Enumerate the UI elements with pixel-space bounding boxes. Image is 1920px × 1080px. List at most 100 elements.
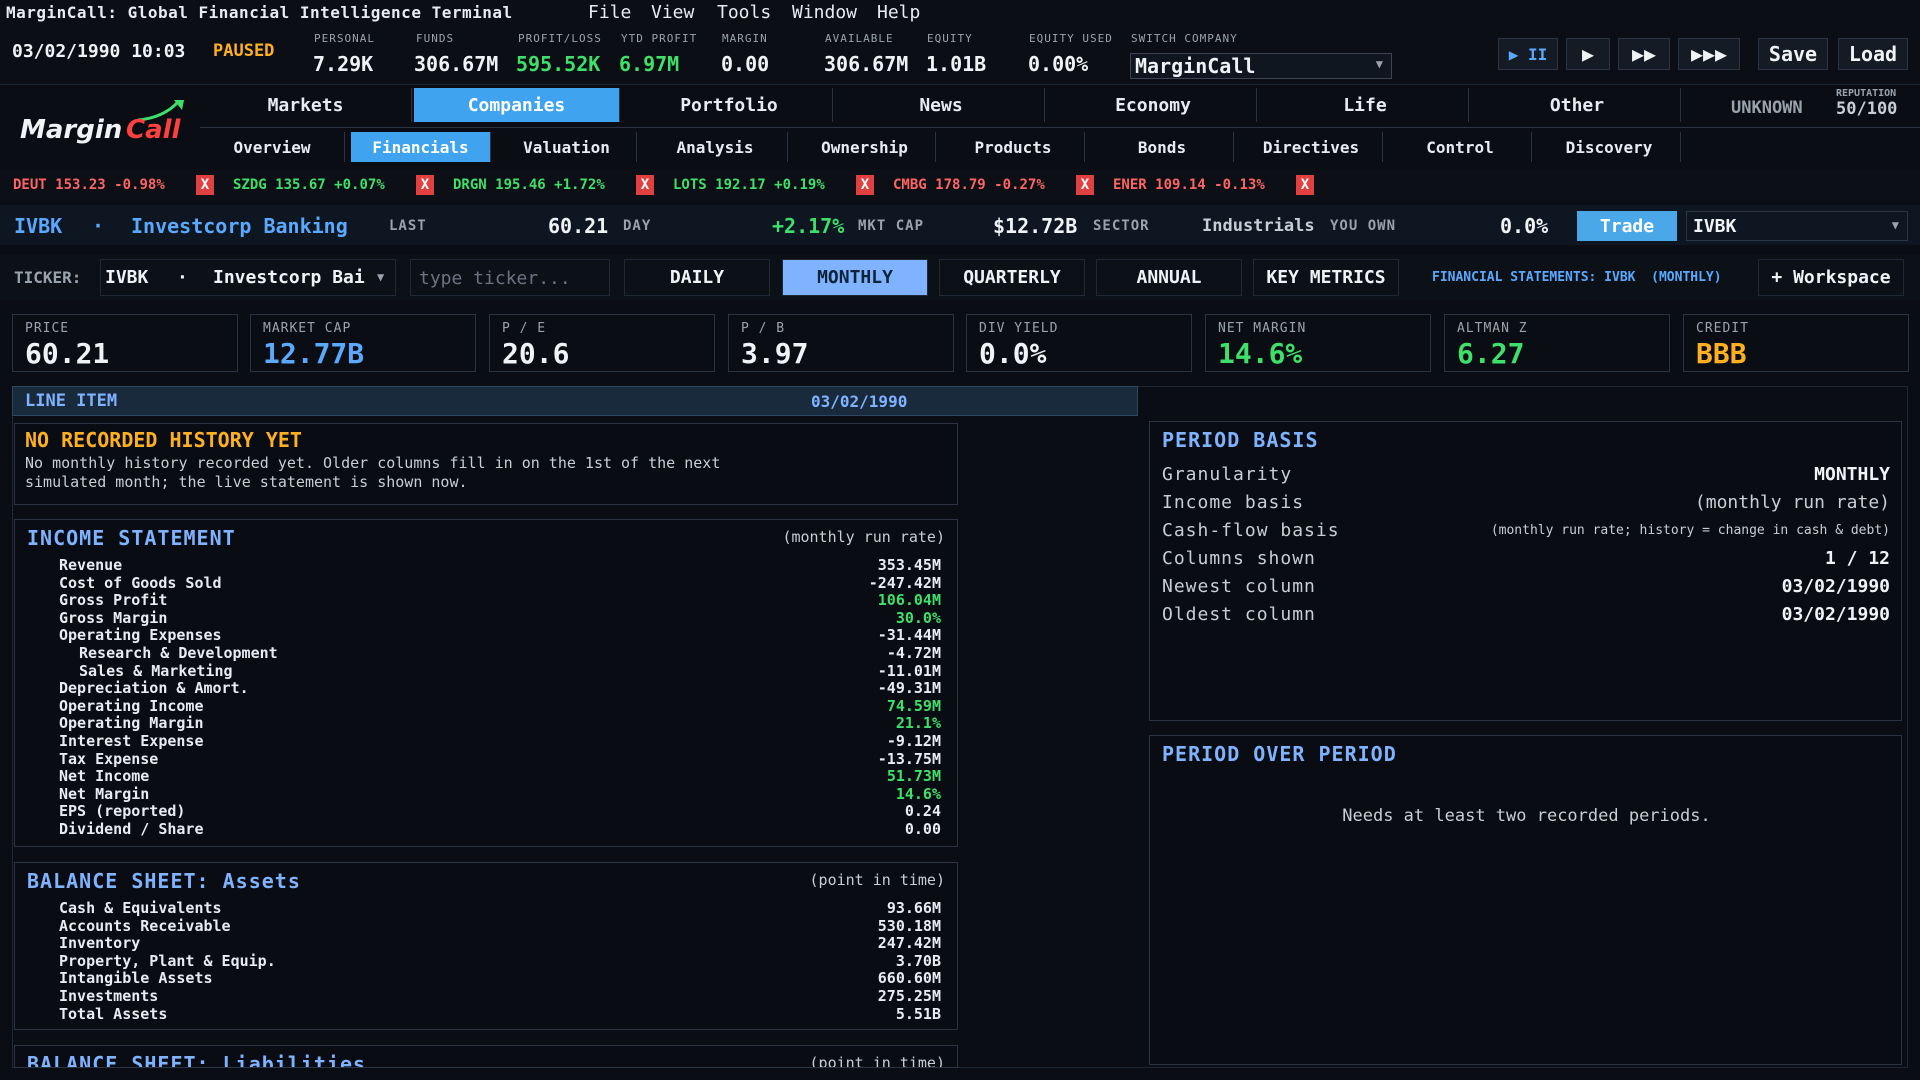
load-button[interactable]: Load xyxy=(1838,38,1908,70)
subtab-directives[interactable]: Directives xyxy=(1240,132,1383,162)
tab-other[interactable]: Other xyxy=(1474,88,1681,122)
ticker-dropdown-value: IVBK xyxy=(1693,215,1737,237)
line-item-value: 530.18M xyxy=(877,916,941,935)
tape-item[interactable]: CMBG 178.79 -0.27% xyxy=(893,177,1045,193)
liabilities-panel: BALANCE SHEET: Liabilities (point in tim… xyxy=(14,1045,958,1068)
liabilities-basis: (point in time) xyxy=(809,1054,945,1068)
subtab-valuation[interactable]: Valuation xyxy=(497,132,637,162)
play-pause-button[interactable]: ▶ II xyxy=(1498,38,1558,70)
day-change: +2.17% xyxy=(772,214,845,238)
subtab-analysis[interactable]: Analysis xyxy=(643,132,788,162)
line-item-label: Net Income xyxy=(59,767,150,786)
line-item-value: 74.59M xyxy=(886,696,941,715)
close-icon[interactable]: X xyxy=(196,175,214,195)
line-item-value: 660.60M xyxy=(877,969,941,988)
switch-company-select[interactable]: MarginCall ▼ xyxy=(1130,53,1392,79)
day-label: DAY xyxy=(623,218,652,234)
metric-card-pb: P / B 3.97 xyxy=(728,314,954,372)
trade-button[interactable]: Trade xyxy=(1577,211,1677,241)
reputation-status: UNKNOWN xyxy=(1731,98,1803,118)
metric-label: P / E xyxy=(502,321,547,336)
ticker-search-input[interactable]: type ticker... xyxy=(410,259,610,296)
tape-item[interactable]: ENER 109.14 -0.13% xyxy=(1113,177,1265,193)
pop-message: Needs at least two recorded periods. xyxy=(1342,806,1711,826)
stat-value-available: 306.67M xyxy=(824,52,909,76)
tab-news[interactable]: News xyxy=(838,88,1045,122)
subtab-overview[interactable]: Overview xyxy=(200,132,345,162)
menu-help[interactable]: Help xyxy=(877,2,920,23)
subtab-control[interactable]: Control xyxy=(1389,132,1532,162)
tape-item[interactable]: LOTS 192.17 +0.19% xyxy=(673,177,825,193)
period-daily-button[interactable]: DAILY xyxy=(624,259,770,296)
sector-value: Industrials xyxy=(1202,216,1315,236)
metric-value: 0.0% xyxy=(979,337,1047,370)
tab-life[interactable]: Life xyxy=(1262,88,1469,122)
fast-forward-button[interactable]: ▶▶ xyxy=(1618,38,1670,70)
ticker-dropdown[interactable]: IVBK ▼ xyxy=(1686,211,1908,241)
period-basis-title: PERIOD BASIS xyxy=(1162,428,1319,452)
subtab-discovery[interactable]: Discovery xyxy=(1538,132,1681,162)
assets-basis: (point in time) xyxy=(809,871,945,889)
fastest-forward-button[interactable]: ▶▶▶ xyxy=(1678,38,1740,70)
metric-label: P / B xyxy=(741,321,786,336)
close-icon[interactable]: X xyxy=(856,175,874,195)
subtab-bonds[interactable]: Bonds xyxy=(1091,132,1234,162)
ticker-label: TICKER: xyxy=(14,268,82,287)
line-item-label: Tax Expense xyxy=(59,749,159,768)
period-basis-value: 1 / 12 xyxy=(1824,548,1890,569)
save-button[interactable]: Save xyxy=(1758,38,1828,70)
stat-label-margin: MARGIN xyxy=(722,32,768,45)
ticker-select-name: Investcorp Bai xyxy=(213,267,365,288)
metric-label: ALTMAN Z xyxy=(1457,321,1528,336)
close-icon[interactable]: X xyxy=(636,175,654,195)
line-item-label: Depreciation & Amort. xyxy=(59,679,249,698)
close-icon[interactable]: X xyxy=(1076,175,1094,195)
tape-item[interactable]: SZDG 135.67 +0.07% xyxy=(233,177,385,193)
svg-text:Call: Call xyxy=(126,115,182,145)
line-item-label: Dividend / Share xyxy=(59,820,204,838)
paused-status: PAUSED xyxy=(213,41,275,61)
menu-tools[interactable]: Tools xyxy=(717,2,771,23)
menu-file[interactable]: File xyxy=(588,2,631,23)
ticker-select[interactable]: IVBK · Investcorp Bai ▼ xyxy=(100,259,396,296)
metric-card-div-yield: DIV YIELD 0.0% xyxy=(966,314,1192,372)
workspace-button[interactable]: + Workspace xyxy=(1758,259,1904,296)
tab-companies[interactable]: Companies xyxy=(414,88,620,122)
close-icon[interactable]: X xyxy=(416,175,434,195)
reputation-value: 50/100 xyxy=(1836,99,1898,119)
period-annual-button[interactable]: ANNUAL xyxy=(1096,259,1242,296)
app-title: MarginCall: Global Financial Intelligenc… xyxy=(6,3,513,22)
stat-label-ytd-profit: YTD PROFIT xyxy=(621,32,698,45)
tape-item[interactable]: DRGN 195.46 +1.72% xyxy=(453,177,605,193)
metric-value: BBB xyxy=(1696,337,1747,370)
assets-panel: BALANCE SHEET: Assets (point in time) Ca… xyxy=(14,862,958,1030)
period-basis-value: 03/02/1990 xyxy=(1781,576,1890,597)
chevron-down-icon: ▼ xyxy=(377,270,385,284)
subtab-ownership[interactable]: Ownership xyxy=(794,132,936,162)
period-monthly-button[interactable]: MONTHLY xyxy=(782,259,928,296)
line-item-label: Net Margin xyxy=(59,784,150,803)
liabilities-title: BALANCE SHEET: Liabilities xyxy=(27,1052,367,1068)
period-quarterly-button[interactable]: QUARTERLY xyxy=(939,259,1085,296)
subtab-products[interactable]: Products xyxy=(942,132,1085,162)
subtab-financials[interactable]: Financials xyxy=(351,132,491,162)
line-item-label: Operating Expenses xyxy=(59,626,222,645)
menu-view[interactable]: View xyxy=(651,2,694,23)
key-metrics-button[interactable]: KEY METRICS xyxy=(1253,259,1399,296)
tape-item[interactable]: DEUT 153.23 -0.98% xyxy=(13,177,165,193)
last-price: 60.21 xyxy=(548,214,609,238)
notice-line-2: simulated month; the live statement is s… xyxy=(25,473,468,491)
line-item-label: LINE ITEM xyxy=(25,391,118,411)
metric-label: PRICE xyxy=(25,321,70,336)
tab-portfolio[interactable]: Portfolio xyxy=(626,88,833,122)
close-icon[interactable]: X xyxy=(1296,175,1314,195)
you-own-value: 0.0% xyxy=(1500,214,1549,238)
line-item-value: 30.0% xyxy=(895,608,941,627)
tab-markets[interactable]: Markets xyxy=(200,88,412,122)
metric-label: NET MARGIN xyxy=(1218,321,1307,336)
menu-window[interactable]: Window xyxy=(792,2,857,23)
tab-economy[interactable]: Economy xyxy=(1050,88,1257,122)
mktcap-label: MKT CAP xyxy=(858,218,925,234)
line-item-label: Accounts Receivable xyxy=(59,916,231,935)
play-button[interactable]: ▶ xyxy=(1566,38,1610,70)
